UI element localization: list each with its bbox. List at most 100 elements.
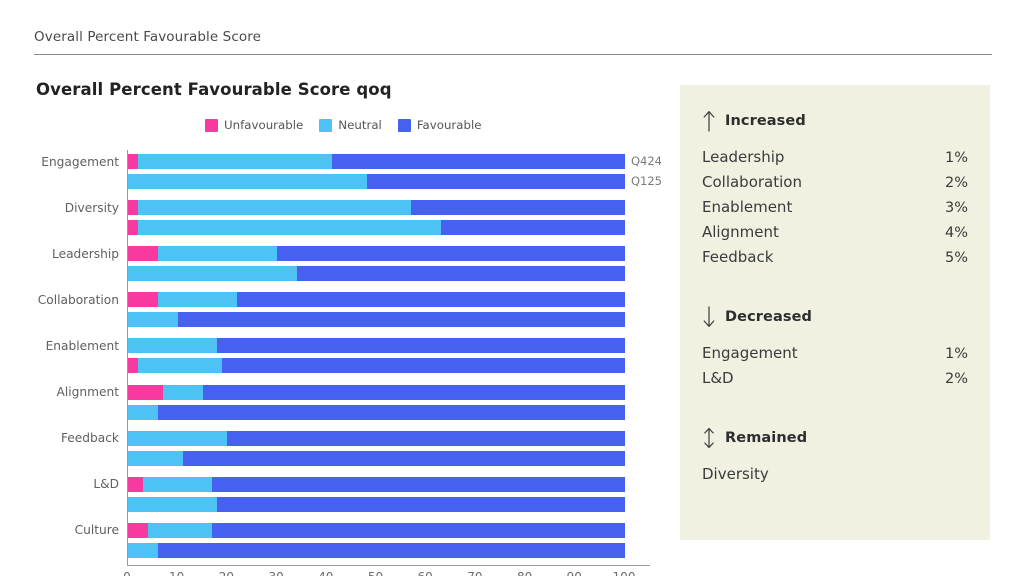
x-tick-label: 90 [567,570,582,576]
bar-segment-neu [128,542,158,558]
bar-q424[interactable] [128,476,625,492]
arrow-up-down-icon [704,428,714,448]
summary-row[interactable]: Engagement 1% [702,340,968,365]
bar-q424[interactable] [128,200,625,216]
bar-segment-fav [277,246,625,262]
x-tick-label: 30 [268,570,283,576]
x-tick-label: 70 [467,570,482,576]
y-axis-label-culture: Culture [74,523,119,538]
bar-q424[interactable] [128,246,625,262]
y-axis-category-labels: Engagement Diversity Leadership Collaborati… [7,150,119,565]
bar-segment-unfav [128,292,158,308]
bar-q125[interactable] [128,542,625,558]
summary-row[interactable]: Collaboration 2% [702,169,968,194]
summary-row[interactable]: Leadership 1% [702,144,968,169]
summary-row[interactable]: L&D 2% [702,365,968,390]
y-axis-label-collaboration: Collaboration [37,292,119,307]
bar-q125[interactable] [128,404,625,420]
bar-segment-neu [128,338,218,354]
legend-swatch-favourable [397,118,411,132]
bar-end-label: Q424 [631,154,663,168]
bar-q424[interactable] [128,338,625,354]
y-axis-label-alignment: Alignment [56,385,119,400]
header-divider [34,54,992,55]
bar-segment-neu [128,312,178,328]
bar-segment-fav [411,200,625,216]
legend-item-favourable[interactable]: Favourable [397,118,482,132]
bar-end-label: Q125 [631,174,663,188]
x-tick-label: 100 [613,570,636,576]
x-tick-label: 0 [123,570,131,576]
bar-segment-unfav [128,476,143,492]
arrow-down-icon [703,306,715,327]
summary-row[interactable]: Enablement 3% [702,194,968,219]
summary-row-value: 5% [944,249,968,266]
summary-row-name: Collaboration [702,172,802,191]
bar-q424[interactable] [128,292,625,308]
y-axis-label-engagement: Engagement [41,154,119,169]
summary-row-name: Diversity [702,464,769,483]
y-axis-label-diversity: Diversity [64,200,119,215]
chart-plot-area: Q424 Q125 [127,150,662,566]
page-root: Overall Percent Favourable Score Overall… [0,0,1024,576]
summary-section-header: Increased [702,109,968,133]
summary-section-spacer [702,396,968,426]
legend-item-unfavourable[interactable]: Unfavourable [205,118,303,132]
summary-section-label: Decreased [725,309,812,325]
bar-segment-unfav [128,522,148,538]
page-title: Overall Percent Favourable Score [34,29,261,45]
bar-segment-fav [217,338,625,354]
summary-section-spacer [702,275,968,305]
bar-segment-neu [157,246,278,262]
summary-row-name: L&D [702,368,734,387]
bar-segment-unfav [128,358,138,374]
summary-section-label: Remained [725,430,808,446]
bar-q424[interactable] [128,384,625,400]
legend-item-neutral[interactable]: Neutral [319,118,382,132]
x-axis-line [127,565,650,566]
bar-segment-neu [147,522,213,538]
summary-row[interactable]: Feedback 5% [702,244,968,269]
bar-segment-unfav [128,220,138,236]
bar-q125[interactable] [128,220,625,236]
summary-section-header: Remained [702,426,968,450]
y-axis-label-l-d: L&D [93,477,119,492]
summary-panel: Increased Leadership 1% Collaboration 2% Enab… [680,85,990,540]
bar-segment-fav [227,430,625,446]
bar-q424[interactable] [128,522,625,538]
bar-segment-fav [212,522,625,538]
summary-row-value: 1% [944,149,968,166]
bar-q125[interactable] [128,174,625,189]
bar-segment-fav [222,358,625,374]
bar-q424[interactable] [128,154,625,169]
bar-segment-neu [128,496,218,512]
bar-segment-neu [137,154,332,169]
summary-row[interactable]: Diversity [702,461,968,486]
legend-label: Neutral [338,118,382,132]
summary-row-name: Alignment [702,222,779,241]
bar-q125[interactable] [128,450,625,466]
bar-segment-fav [296,266,625,282]
bar-segment-neu [137,200,412,216]
bar-segment-unfav [128,246,158,262]
x-tick-label: 50 [368,570,383,576]
summary-section-label: Increased [725,113,806,129]
summary-row[interactable]: Alignment 4% [702,219,968,244]
bar-segment-unfav [128,200,138,216]
bar-segment-fav [157,404,625,420]
bar-q125[interactable] [128,312,625,328]
summary-row-name: Feedback [702,247,774,266]
bar-segment-unfav [128,154,138,169]
bar-segment-neu [162,384,203,400]
x-tick-label: 60 [418,570,433,576]
summary-row-name: Enablement [702,197,793,216]
bar-q125[interactable] [128,266,625,282]
bar-segment-neu [137,220,442,236]
y-axis-label-leadership: Leadership [52,246,119,261]
x-tick-label: 80 [517,570,532,576]
bar-q424[interactable] [128,430,625,446]
bar-q125[interactable] [128,358,625,374]
x-tick-label: 10 [169,570,184,576]
bar-q125[interactable] [128,496,625,512]
bar-segment-neu [142,476,213,492]
